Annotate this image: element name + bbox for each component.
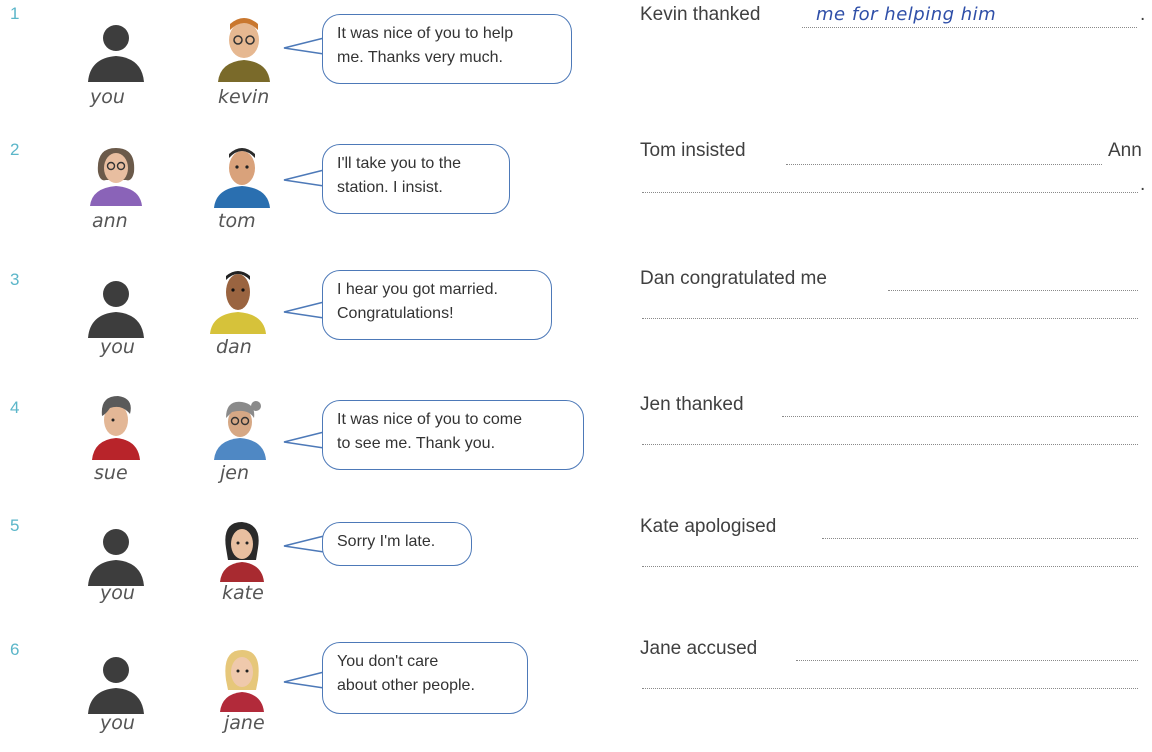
sentence-prompt: Tom insisted: [640, 140, 746, 161]
exercise-2: 2 ann tom I'll take you to the station. …: [0, 130, 1152, 250]
speaker-left-name: you: [100, 712, 135, 734]
speech-bubble: It was nice of you to help me. Thanks ve…: [322, 14, 572, 84]
speaker-left-name: you: [100, 336, 135, 358]
exercise-number: 6: [10, 640, 20, 659]
speech-bubble: I'll take you to the station. I insist.: [322, 144, 510, 214]
speaker-left-name: sue: [94, 462, 128, 484]
speaker-left-name: ann: [92, 210, 128, 232]
cartoon-portrait-icon: [86, 142, 150, 206]
answer-line[interactable]: [642, 318, 1138, 319]
speech-line: Sorry I'm late.: [337, 533, 436, 550]
cartoon-portrait-icon: [212, 14, 276, 82]
speech-line: You don't care: [337, 653, 439, 670]
speech-bubble-tail: [282, 36, 326, 56]
speech-line: about other people.: [337, 677, 475, 694]
speaker-right-name: kate: [222, 582, 264, 604]
speaker-left-name: you: [90, 86, 125, 108]
answer-line[interactable]: [642, 444, 1138, 445]
cartoon-portrait-icon: [210, 394, 274, 460]
speech-bubble-tail: [282, 670, 326, 690]
exercise-3: 3 you dan I hear you got married. Congra…: [0, 262, 1152, 382]
answer-line[interactable]: [802, 27, 1137, 28]
speech-line: station. I insist.: [337, 179, 443, 196]
sentence-prompt: Jen thanked: [640, 394, 744, 415]
speech-line: I hear you got married.: [337, 281, 498, 298]
speech-line: It was nice of you to come: [337, 411, 522, 428]
person-silhouette-icon: [84, 18, 148, 82]
exercise-number: 1: [10, 4, 20, 23]
answer-line[interactable]: [782, 416, 1138, 417]
speech-bubble-tail: [282, 430, 326, 450]
exercise-4: 4 sue jen It was nice of you to come to …: [0, 392, 1152, 512]
sentence-end: .: [1140, 4, 1146, 25]
sentence-prompt: Dan congratulated me: [640, 268, 827, 289]
speech-bubble: Sorry I'm late.: [322, 522, 472, 566]
speech-line: I'll take you to the: [337, 155, 462, 172]
answer-line[interactable]: [822, 538, 1138, 539]
speech-line: me. Thanks very much.: [337, 49, 503, 66]
answer-line[interactable]: [796, 660, 1138, 661]
cartoon-portrait-icon: [210, 142, 274, 208]
speaker-right-name: tom: [218, 210, 256, 232]
speech-bubble-tail: [282, 168, 326, 188]
cartoon-portrait-icon: [86, 392, 150, 460]
sentence-prompt: Jane accused: [640, 638, 758, 659]
person-silhouette-icon: [84, 650, 148, 714]
answer-line[interactable]: [642, 688, 1138, 689]
exercise-number: 3: [10, 270, 20, 289]
speech-line: It was nice of you to help: [337, 25, 514, 42]
speech-bubble-tail: [282, 534, 326, 554]
cartoon-portrait-icon: [212, 644, 276, 712]
exercise-6: 6 you jane You don't care about other pe…: [0, 632, 1152, 752]
handwritten-answer: me for helping him: [816, 4, 997, 25]
speaker-right-name: jen: [220, 462, 250, 484]
speech-line: Congratulations!: [337, 305, 454, 322]
full-stop: .: [1140, 174, 1146, 195]
exercise-1: 1 you kevin It was nice of you to help m…: [0, 0, 1152, 120]
exercise-number: 4: [10, 398, 20, 417]
speech-line: to see me. Thank you.: [337, 435, 496, 452]
answer-line[interactable]: [642, 192, 1138, 193]
speaker-right-name: kevin: [218, 86, 270, 108]
exercise-number: 5: [10, 516, 20, 535]
exercise-number: 2: [10, 140, 20, 159]
cartoon-portrait-icon: [206, 266, 270, 334]
speaker-right-name: dan: [216, 336, 252, 358]
speech-bubble-tail: [282, 300, 326, 320]
answer-line[interactable]: [642, 566, 1138, 567]
speaker-right-name: jane: [224, 712, 265, 734]
person-silhouette-icon: [84, 522, 148, 586]
speech-bubble: I hear you got married. Congratulations!: [322, 270, 552, 340]
cartoon-portrait-icon: [212, 518, 276, 582]
speech-bubble: It was nice of you to come to see me. Th…: [322, 400, 584, 470]
sentence-end: Ann: [1108, 140, 1142, 161]
exercise-5: 5 you kate Sorry I'm late. Kate apologis…: [0, 512, 1152, 632]
sentence-prompt: Kate apologised: [640, 516, 777, 537]
answer-line[interactable]: [888, 290, 1138, 291]
sentence-prompt: Kevin thanked: [640, 4, 761, 25]
speaker-left-name: you: [100, 582, 135, 604]
person-silhouette-icon: [84, 274, 148, 338]
answer-line[interactable]: [786, 164, 1102, 165]
speech-bubble: You don't care about other people.: [322, 642, 528, 714]
